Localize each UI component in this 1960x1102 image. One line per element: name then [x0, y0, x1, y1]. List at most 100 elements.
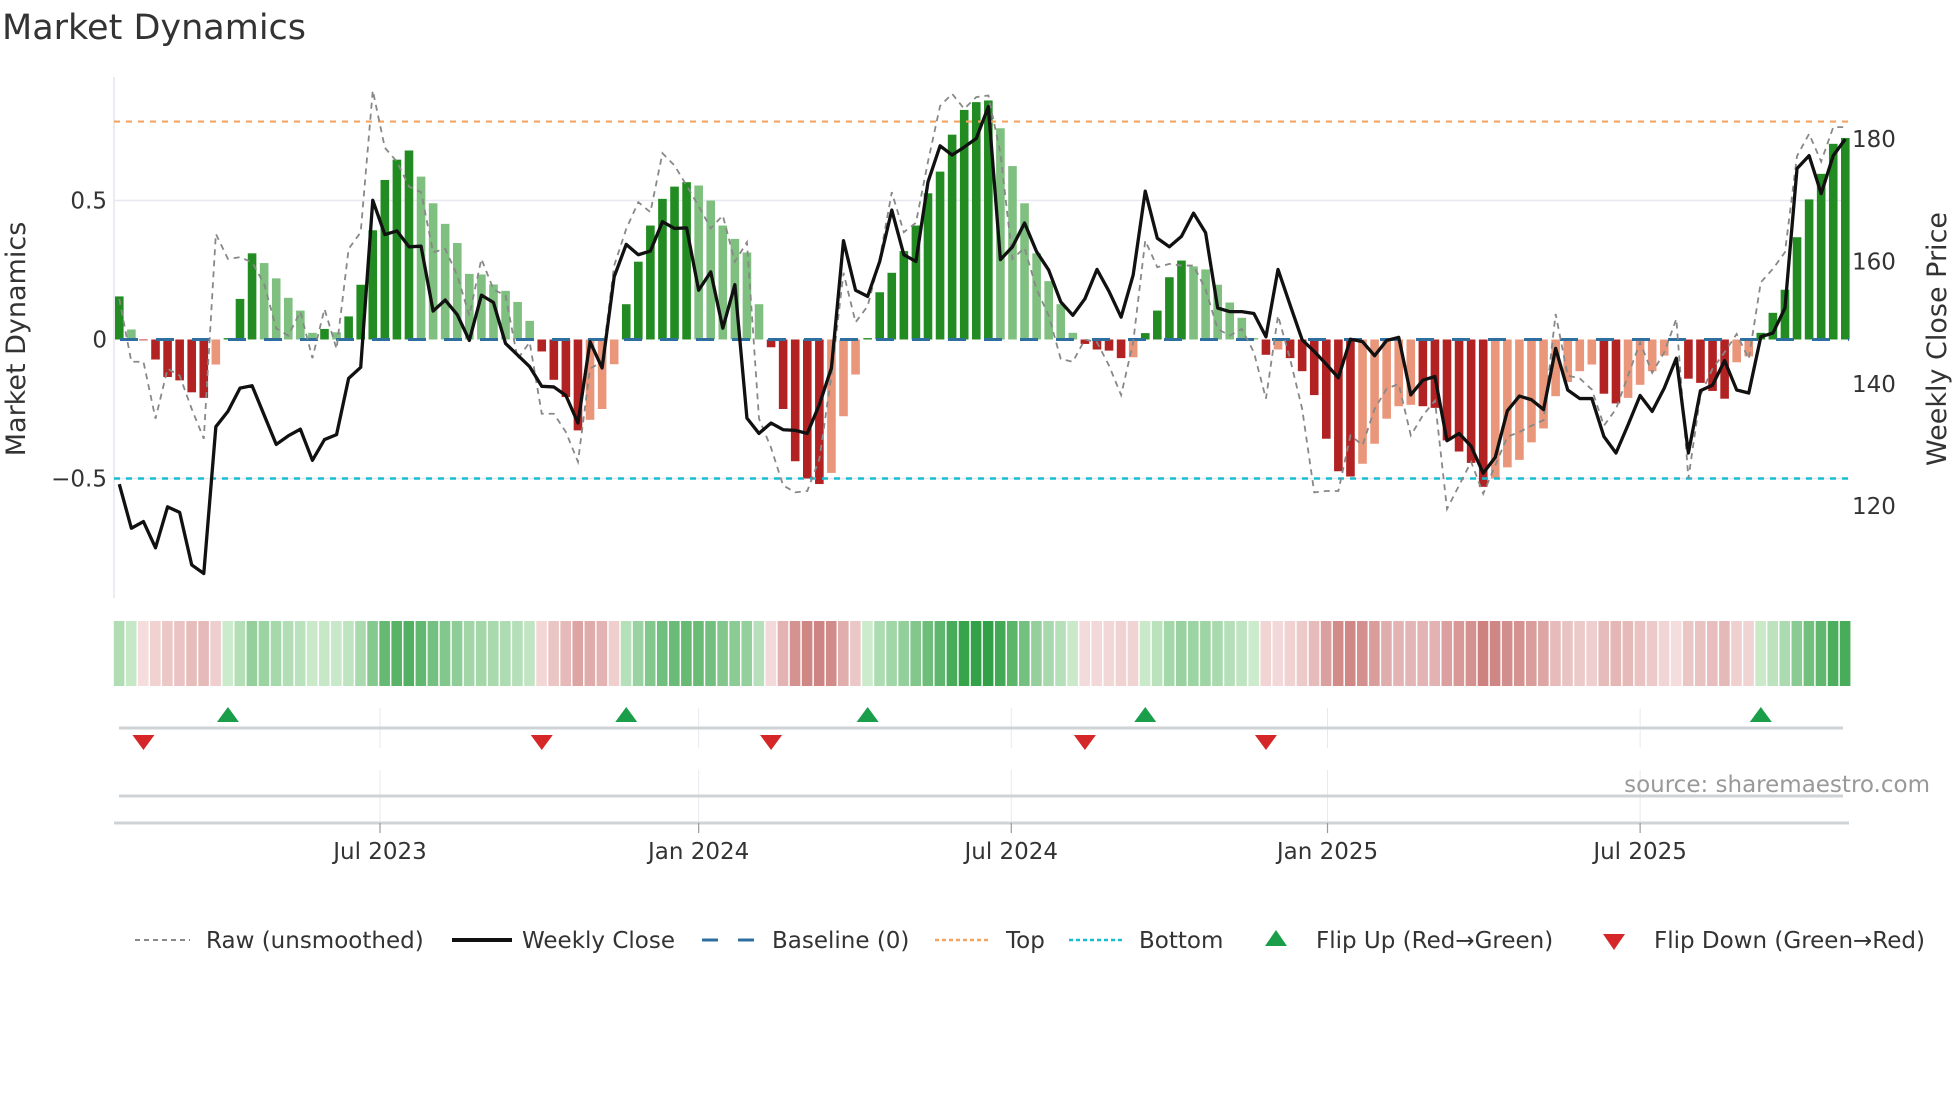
heatmap-cell [367, 621, 378, 686]
dynamics-bar [175, 339, 184, 381]
dynamics-bar [839, 339, 848, 417]
market-dynamics-chart: Market Dynamics 0.5 0 −0.5 180 160 140 120 Mar… [1, 8, 1953, 954]
y-tick-label-left: 0 [92, 328, 107, 354]
x-tick-label: Jan 2025 [1275, 839, 1378, 865]
heatmap-cell [1188, 621, 1199, 686]
dynamics-bar [1044, 281, 1053, 340]
heatmap-cell [294, 621, 306, 686]
heatmap-cell [113, 621, 125, 686]
heatmap-cell [1224, 621, 1235, 686]
dynamics-bar [670, 186, 679, 340]
dynamics-bar [1539, 339, 1548, 429]
heatmap-cell [125, 621, 137, 686]
dynamics-bar [1177, 260, 1186, 340]
heatmap-cell [487, 621, 499, 686]
dynamics-bar [1165, 277, 1174, 340]
heatmap-cell [862, 621, 873, 686]
flip-down-marker [132, 735, 155, 750]
dynamics-bar [1358, 339, 1367, 464]
legend-label: Baseline (0) [772, 928, 909, 954]
heatmap-cell [1465, 621, 1477, 686]
dynamics-bar [935, 171, 945, 340]
heatmap-cell [1574, 621, 1585, 686]
dynamics-bar [682, 182, 691, 340]
y-axis-label-left: Market Dynamics [1, 222, 32, 457]
dynamics-bar [1623, 339, 1633, 398]
heatmap-cell [258, 621, 270, 686]
heatmap-cell [1043, 621, 1054, 686]
dynamics-bar [923, 193, 933, 340]
heatmap-cell [632, 621, 644, 686]
dynamics-bar [1334, 339, 1343, 472]
dynamics-bar [1841, 137, 1850, 340]
heatmap-cell [355, 621, 366, 686]
heatmap-cell [1513, 621, 1525, 686]
heatmap-cell [391, 621, 403, 686]
heatmap-cell [536, 621, 547, 686]
heatmap-cell [475, 621, 487, 686]
heatmap-cell [753, 621, 765, 686]
dynamics-bar [211, 339, 221, 365]
heatmap-cell [1658, 621, 1670, 686]
dynamics-bar [863, 338, 872, 340]
legend-item-baseline: Baseline (0) [702, 928, 909, 954]
dynamics-bar [1285, 339, 1295, 359]
dynamics-bar [609, 339, 619, 365]
heatmap-cell [1308, 621, 1320, 686]
dynamics-bar [1816, 173, 1826, 340]
heatmap-cell [644, 621, 656, 686]
dynamics-bar [1092, 339, 1102, 350]
legend-label: Flip Up (Red→Green) [1316, 928, 1553, 954]
y-tick-label-left: −0.5 [51, 466, 107, 492]
legend-item-flip-down: Flip Down (Green→Red) [1603, 928, 1925, 954]
legend-flip-down-swatch [1603, 934, 1625, 950]
legend-label: Top [1005, 928, 1045, 954]
dynamics-bar [199, 339, 209, 398]
heatmap-cell [717, 621, 728, 686]
heatmap-cell [1284, 621, 1296, 686]
dynamics-bar [658, 198, 667, 340]
heatmap-cell [934, 621, 946, 686]
heatmap-cell [1429, 621, 1441, 686]
heatmap-cell [186, 621, 197, 686]
heatmap-cell [439, 621, 451, 686]
x-tick-label: Jan 2024 [646, 839, 749, 865]
heatmap-cell [729, 621, 740, 686]
heatmap-cell [174, 621, 185, 686]
heatmap-cell [946, 621, 958, 686]
heatmap-cell [1610, 621, 1622, 686]
dynamics-bar [428, 203, 438, 340]
dynamics-bar [151, 339, 160, 360]
flip-up-marker [1134, 707, 1157, 722]
heatmap-cell [1815, 621, 1827, 686]
heatmap-cell [512, 621, 523, 686]
dynamics-bar [344, 316, 353, 340]
heatmap-cell [1019, 621, 1030, 686]
line-series [117, 90, 1847, 576]
heatmap-cell [1646, 621, 1658, 686]
heatmap-cell [1357, 621, 1368, 686]
heatmap-cell [1719, 621, 1730, 686]
flip-up-marker [216, 707, 239, 722]
dynamics-bar [1792, 237, 1802, 340]
dynamics-bar [1008, 166, 1017, 340]
dynamics-bar [1587, 339, 1597, 365]
heatmap-cell [1115, 621, 1127, 686]
heatmap-cell [415, 621, 427, 686]
flip-up-marker [1749, 707, 1772, 722]
heatmap-cell [1634, 621, 1646, 686]
heatmap-cell [137, 621, 149, 686]
dynamics-bar [621, 304, 631, 340]
heatmap-cell [1707, 621, 1718, 686]
dynamics-bar [380, 179, 390, 340]
heatmap-cell [210, 621, 221, 686]
dynamics-bar [634, 261, 643, 340]
heatmap-cell [379, 621, 390, 686]
dynamics-bar [1599, 339, 1609, 394]
heatmap-cell [608, 621, 620, 686]
heatmap-cell [765, 621, 777, 686]
heatmap-cell [1332, 621, 1344, 686]
legend-item-bottom: Bottom [1069, 928, 1223, 954]
dynamics-bar [127, 329, 136, 340]
heatmap-cell [1031, 621, 1042, 686]
